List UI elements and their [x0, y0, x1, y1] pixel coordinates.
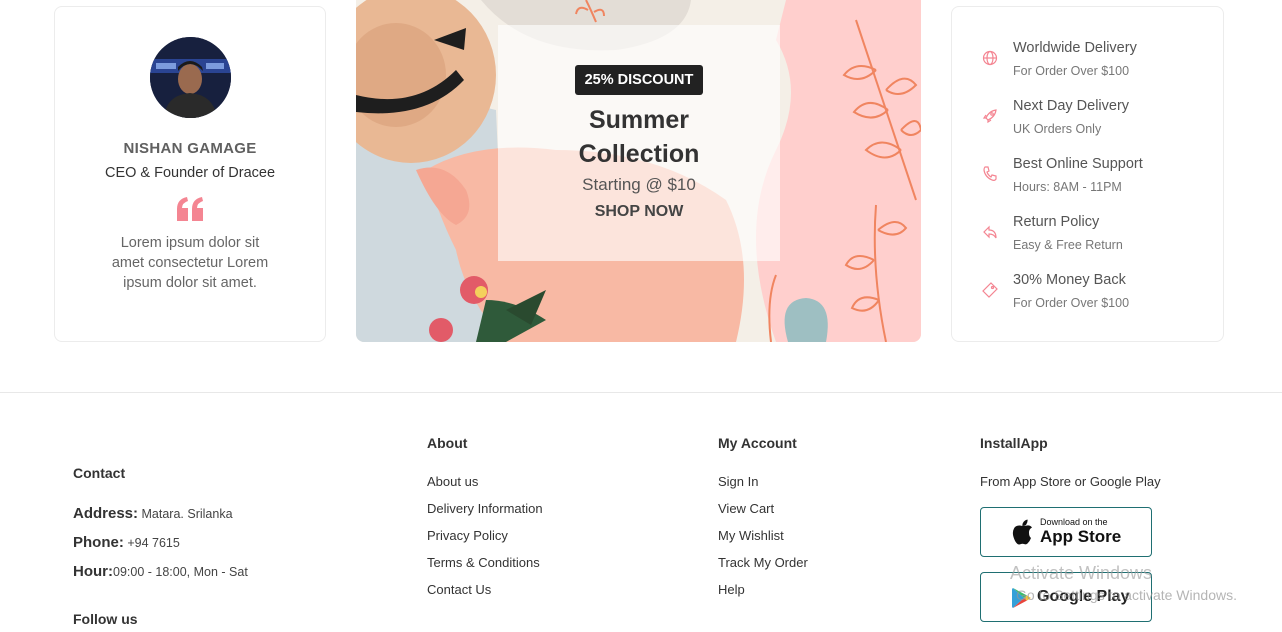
feature-subtitle: For Order Over $100	[1013, 296, 1130, 310]
shop-now-link[interactable]: SHOP NOW	[498, 203, 780, 221]
app-store-button[interactable]: Download on the App Store	[980, 507, 1152, 557]
promo-subtitle: Starting @ $10	[582, 175, 696, 194]
activate-windows-title: Activate Windows	[1010, 563, 1153, 583]
footer-link-contact-us[interactable]: Contact Us	[427, 582, 491, 597]
hour-value: 09:00 - 18:00, Mon - Sat	[113, 565, 248, 579]
about-heading: About	[427, 435, 468, 451]
footer-link-privacy-policy[interactable]: Privacy Policy	[427, 528, 508, 543]
testimonial-text: Lorem ipsum dolor sit amet consectetur L…	[111, 235, 269, 291]
ticket-icon	[982, 282, 998, 298]
feature-money-back: 30% Money Back For Order Over $100	[952, 272, 1223, 322]
hour-label: Hour:	[73, 563, 113, 580]
feature-subtitle: UK Orders Only	[1013, 122, 1102, 136]
apple-icon	[1012, 519, 1032, 545]
discount-badge: 25% DISCOUNT	[575, 65, 703, 95]
footer-link-sign-in[interactable]: Sign In	[718, 474, 758, 489]
feature-title: 30% Money Back	[1013, 272, 1126, 288]
feature-title: Next Day Delivery	[1013, 98, 1130, 114]
quote-icon	[55, 193, 325, 223]
footer-link-help[interactable]: Help	[718, 582, 745, 597]
my-account-heading: My Account	[718, 435, 797, 451]
feature-title: Return Policy	[1013, 214, 1100, 230]
feature-online-support: Best Online Support Hours: 8AM - 11PM	[952, 156, 1223, 206]
footer-link-track-my-order[interactable]: Track My Order	[718, 555, 808, 570]
globe-icon	[982, 50, 998, 66]
footer-link-my-wishlist[interactable]: My Wishlist	[718, 528, 784, 543]
contact-heading: Contact	[73, 465, 126, 481]
phone-label: Phone:	[73, 534, 124, 551]
contact-hours: Hour:09:00 - 18:00, Mon - Sat	[73, 563, 248, 580]
phone-icon	[983, 166, 997, 181]
avatar	[150, 37, 231, 118]
follow-us-heading: Follow us	[73, 611, 138, 627]
feature-subtitle: For Order Over $100	[1013, 64, 1130, 78]
feature-next-day-delivery: Next Day Delivery UK Orders Only	[952, 98, 1223, 148]
footer-link-delivery-information[interactable]: Delivery Information	[427, 501, 543, 516]
activate-windows-subtitle: Go to Settings to activate Windows.	[1016, 587, 1237, 603]
feature-subtitle: Hours: 8AM - 11PM	[1013, 180, 1122, 194]
footer-link-terms-conditions[interactable]: Terms & Conditions	[427, 555, 540, 570]
feature-title: Best Online Support	[1013, 156, 1143, 172]
features-card: Worldwide Delivery For Order Over $100 N…	[951, 6, 1224, 342]
testimonial-role: CEO & Founder of Dracee	[104, 165, 276, 181]
feature-subtitle: Easy & Free Return	[1013, 238, 1123, 252]
app-store-label: App Store	[1040, 527, 1122, 546]
feature-title: Worldwide Delivery	[1013, 40, 1137, 56]
testimonial-name: NISHAN GAMAGE	[123, 140, 257, 157]
feature-worldwide-delivery: Worldwide Delivery For Order Over $100	[952, 40, 1223, 90]
rocket-icon	[982, 109, 997, 124]
promo-title-line1: Summer	[588, 106, 690, 134]
contact-phone: Phone: +94 7615	[73, 534, 180, 551]
return-arrow-icon	[983, 225, 997, 239]
testimonial-card: NISHAN GAMAGE CEO & Founder of Dracee Lo…	[54, 6, 326, 342]
phone-value: +94 7615	[127, 536, 180, 550]
feature-return-policy: Return Policy Easy & Free Return	[952, 214, 1223, 264]
address-label: Address:	[73, 505, 139, 522]
install-app-text: From App Store or Google Play	[980, 474, 1161, 489]
section-divider	[0, 392, 1282, 393]
promo-title: Summer Collection	[498, 103, 780, 171]
app-store-small-label: Download on the	[1040, 517, 1108, 527]
contact-address: Address: Matara. Srilanka	[73, 505, 233, 522]
footer-link-about-us[interactable]: About us	[427, 474, 478, 489]
install-app-heading: InstallApp	[980, 435, 1048, 451]
summer-collection-banner[interactable]: 25% DISCOUNT Summer Collection Starting …	[356, 0, 921, 342]
promo-overlay: 25% DISCOUNT Summer Collection Starting …	[498, 25, 780, 261]
promo-title-line2: Collection	[578, 140, 700, 168]
address-value: Matara. Srilanka	[141, 507, 233, 521]
footer-link-view-cart[interactable]: View Cart	[718, 501, 774, 516]
